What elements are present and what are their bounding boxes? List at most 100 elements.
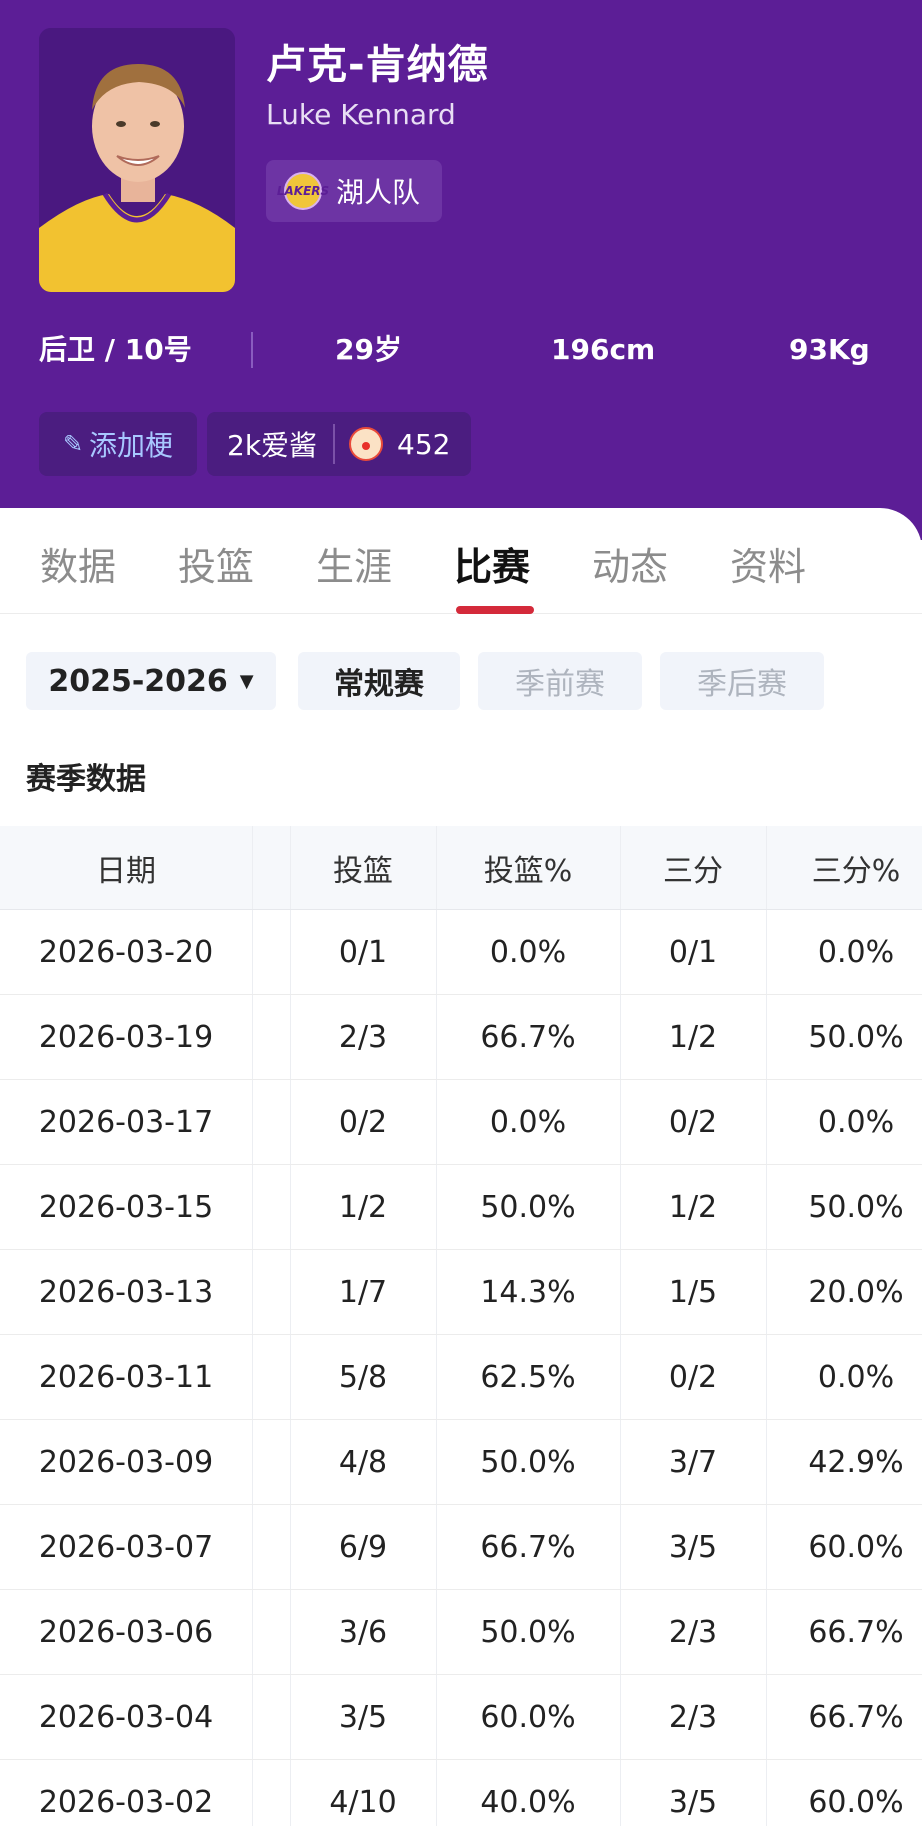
game-log-table: 日期 投篮 投篮% 三分 三分% 2026-03-20 0/1 0.0% 0/1 0.0…: [0, 826, 922, 1826]
cell-3p: 2/3: [668, 1614, 718, 1650]
filter-regular-season[interactable]: 常规赛: [298, 652, 460, 710]
cell-3p: 3/5: [668, 1529, 718, 1565]
cell-date: 2026-03-11: [38, 1359, 214, 1395]
cell-fg-pct: 62.5%: [480, 1359, 576, 1395]
cell-fg: 3/6: [338, 1614, 388, 1650]
season-value: 2025-2026: [48, 663, 228, 699]
cell-date: 2026-03-15: [38, 1189, 214, 1225]
table-row[interactable]: 2026-03-09 4/8 50.0% 3/7 42.9%: [0, 1420, 922, 1505]
fan-count: 452: [397, 427, 451, 461]
cell-date: 2026-03-04: [38, 1699, 214, 1735]
table-row[interactable]: 2026-03-13 1/7 14.3% 1/5 20.0%: [0, 1250, 922, 1335]
header-3p[interactable]: 三分: [620, 826, 766, 909]
cell-date: 2026-03-02: [38, 1784, 214, 1820]
add-meme-label: 添加梗: [89, 429, 174, 462]
player-height: 196cm: [551, 333, 656, 366]
cell-fg-pct: 50.0%: [480, 1614, 576, 1650]
fan-tag-label: 2k爱酱: [227, 429, 318, 462]
table-row[interactable]: 2026-03-07 6/9 66.7% 3/5 60.0%: [0, 1505, 922, 1590]
tab-shooting[interactable]: 投篮: [178, 536, 254, 591]
cell-fg-pct: 60.0%: [480, 1699, 576, 1735]
tab-bar: 数据 投篮 生涯 比赛 动态 资料: [0, 508, 922, 614]
cell-3p-pct: 20.0%: [808, 1274, 904, 1310]
cell-3p-pct: 66.7%: [808, 1699, 904, 1735]
cell-3p-pct: 0.0%: [817, 934, 895, 970]
section-title: 赛季数据: [26, 762, 146, 797]
cell-fg: 0/2: [338, 1104, 388, 1140]
tab-news[interactable]: 动态: [592, 536, 668, 591]
lakers-logo-icon: LAKERS: [277, 172, 329, 210]
add-meme-button[interactable]: ✎ 添加梗: [39, 412, 197, 476]
cell-date: 2026-03-17: [38, 1104, 214, 1140]
tab-data[interactable]: 数据: [40, 536, 116, 591]
cell-fg-pct: 14.3%: [480, 1274, 576, 1310]
cell-fg-pct: 50.0%: [480, 1444, 576, 1480]
header-fg-pct[interactable]: 投篮%: [436, 826, 620, 909]
tab-profile[interactable]: 资料: [730, 536, 806, 591]
cell-3p: 0/2: [668, 1359, 718, 1395]
cell-date: 2026-03-20: [38, 934, 214, 970]
cell-fg: 2/3: [338, 1019, 388, 1055]
cell-fg-pct: 0.0%: [489, 1104, 567, 1140]
header-3p-pct[interactable]: 三分%: [766, 826, 922, 909]
team-name: 湖人队: [336, 176, 421, 209]
cell-3p: 1/2: [668, 1189, 718, 1225]
tab-career[interactable]: 生涯: [316, 536, 392, 591]
cell-3p: 1/2: [668, 1019, 718, 1055]
cell-fg-pct: 50.0%: [480, 1189, 576, 1225]
table-row[interactable]: 2026-03-15 1/2 50.0% 1/2 50.0%: [0, 1165, 922, 1250]
table-header: 日期 投篮 投篮% 三分 三分%: [0, 826, 922, 910]
cell-3p-pct: 42.9%: [808, 1444, 904, 1480]
tab-active-indicator: [456, 606, 534, 614]
cell-date: 2026-03-06: [38, 1614, 214, 1650]
cell-date: 2026-03-19: [38, 1019, 214, 1055]
cell-3p-pct: 0.0%: [817, 1359, 895, 1395]
cell-fg: 0/1: [338, 934, 388, 970]
cell-fg: 4/10: [329, 1784, 397, 1820]
player-position: 后卫 / 10号: [39, 333, 192, 366]
cell-date: 2026-03-09: [38, 1444, 214, 1480]
cell-3p: 3/5: [668, 1784, 718, 1820]
cell-3p: 1/5: [668, 1274, 718, 1310]
fan-tag[interactable]: 2k爱酱 452: [207, 412, 471, 476]
divider: [333, 424, 335, 464]
table-row[interactable]: 2026-03-19 2/3 66.7% 1/2 50.0%: [0, 995, 922, 1080]
cell-3p-pct: 50.0%: [808, 1019, 904, 1055]
pencil-icon: ✎: [62, 430, 84, 458]
filter-preseason[interactable]: 季前赛: [478, 652, 642, 710]
table-body: 2026-03-20 0/1 0.0% 0/1 0.0% 2026-03-19 2/3 66.…: [0, 910, 922, 1826]
cell-fg: 4/8: [338, 1444, 388, 1480]
cell-fg: 1/7: [338, 1274, 388, 1310]
player-header: 卢克-肯纳德 Luke Kennard LAKERS 湖人队 后卫 / 10号 …: [0, 0, 922, 540]
cell-3p: 2/3: [668, 1699, 718, 1735]
table-row[interactable]: 2026-03-11 5/8 62.5% 0/2 0.0%: [0, 1335, 922, 1420]
player-name-cn: 卢克-肯纳德: [266, 42, 489, 88]
player-photo: [39, 28, 235, 292]
cell-3p-pct: 60.0%: [808, 1784, 904, 1820]
header-fg[interactable]: 投篮: [290, 826, 436, 909]
cell-date: 2026-03-07: [38, 1529, 214, 1565]
cell-fg: 1/2: [338, 1189, 388, 1225]
cell-fg: 6/9: [338, 1529, 388, 1565]
cell-3p: 0/2: [668, 1104, 718, 1140]
cell-3p-pct: 60.0%: [808, 1529, 904, 1565]
season-select[interactable]: 2025-2026 ▼: [26, 652, 276, 710]
cell-3p-pct: 50.0%: [808, 1189, 904, 1225]
cell-fg-pct: 0.0%: [489, 934, 567, 970]
cell-fg-pct: 66.7%: [480, 1019, 576, 1055]
player-age: 29岁: [335, 333, 402, 366]
table-row[interactable]: 2026-03-04 3/5 60.0% 2/3 66.7%: [0, 1675, 922, 1760]
header-date[interactable]: 日期: [0, 826, 252, 909]
table-row[interactable]: 2026-03-06 3/6 50.0% 2/3 66.7%: [0, 1590, 922, 1675]
team-chip[interactable]: LAKERS 湖人队: [266, 160, 443, 222]
tab-games[interactable]: 比赛: [454, 536, 530, 591]
table-row[interactable]: 2026-03-20 0/1 0.0% 0/1 0.0%: [0, 910, 922, 995]
cell-date: 2026-03-13: [38, 1274, 214, 1310]
divider: [251, 332, 253, 368]
table-row[interactable]: 2026-03-02 4/10 40.0% 3/5 60.0%: [0, 1760, 922, 1826]
clown-icon: [349, 427, 383, 461]
filter-playoffs[interactable]: 季后赛: [660, 652, 824, 710]
cell-3p-pct: 0.0%: [817, 1104, 895, 1140]
cell-3p: 3/7: [668, 1444, 718, 1480]
table-row[interactable]: 2026-03-17 0/2 0.0% 0/2 0.0%: [0, 1080, 922, 1165]
